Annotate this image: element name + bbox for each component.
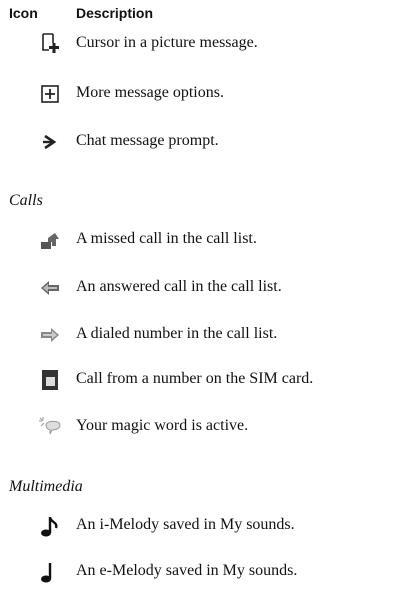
dialed-call-icon [38, 323, 62, 347]
list-item-text: Cursor in a picture message. [76, 34, 258, 51]
list-item-text: More message options. [76, 84, 224, 101]
picture-cursor-icon [38, 32, 62, 56]
sim-card-icon [38, 368, 62, 392]
list-item-text: An answered call in the call list. [76, 278, 282, 295]
list-item: An answered call in the call list. [0, 276, 393, 302]
list-item-text: An i-Melody saved in My sounds. [76, 516, 295, 533]
list-item: A missed call in the call list. [0, 228, 393, 254]
section-title-calls: Calls [9, 192, 43, 209]
list-item-text: An e-Melody saved in My sounds. [76, 562, 298, 579]
magic-word-icon [38, 415, 62, 439]
list-item: An e-Melody saved in My sounds. [0, 560, 393, 586]
list-item: Call from a number on the SIM card. [0, 368, 393, 394]
missed-call-icon [38, 228, 62, 252]
list-item-text: A missed call in the call list. [76, 230, 257, 247]
list-item: Chat message prompt. [0, 130, 393, 156]
section-title-multimedia: Multimedia [9, 478, 83, 495]
e-melody-note-icon [38, 560, 62, 584]
list-item-text: Chat message prompt. [76, 132, 219, 149]
list-item: Cursor in a picture message. [0, 32, 393, 58]
list-item: An i-Melody saved in My sounds. [0, 514, 393, 540]
description-column-header: Description [76, 5, 154, 21]
list-item-text: Your magic word is active. [76, 417, 249, 434]
i-melody-note-icon [38, 514, 62, 538]
list-item-text: A dialed number in the call list. [76, 325, 278, 342]
icon-reference-page: Icon Description Cursor in a picture mes… [0, 0, 393, 591]
plus-box-icon [38, 82, 62, 106]
icon-column-header: Icon [9, 5, 38, 21]
list-item: A dialed number in the call list. [0, 323, 393, 349]
list-item: Your magic word is active. [0, 415, 393, 441]
answered-call-icon [38, 276, 62, 300]
chat-prompt-arrow-icon [38, 130, 62, 154]
list-item: More message options. [0, 82, 393, 108]
list-item-text: Call from a number on the SIM card. [76, 370, 314, 387]
